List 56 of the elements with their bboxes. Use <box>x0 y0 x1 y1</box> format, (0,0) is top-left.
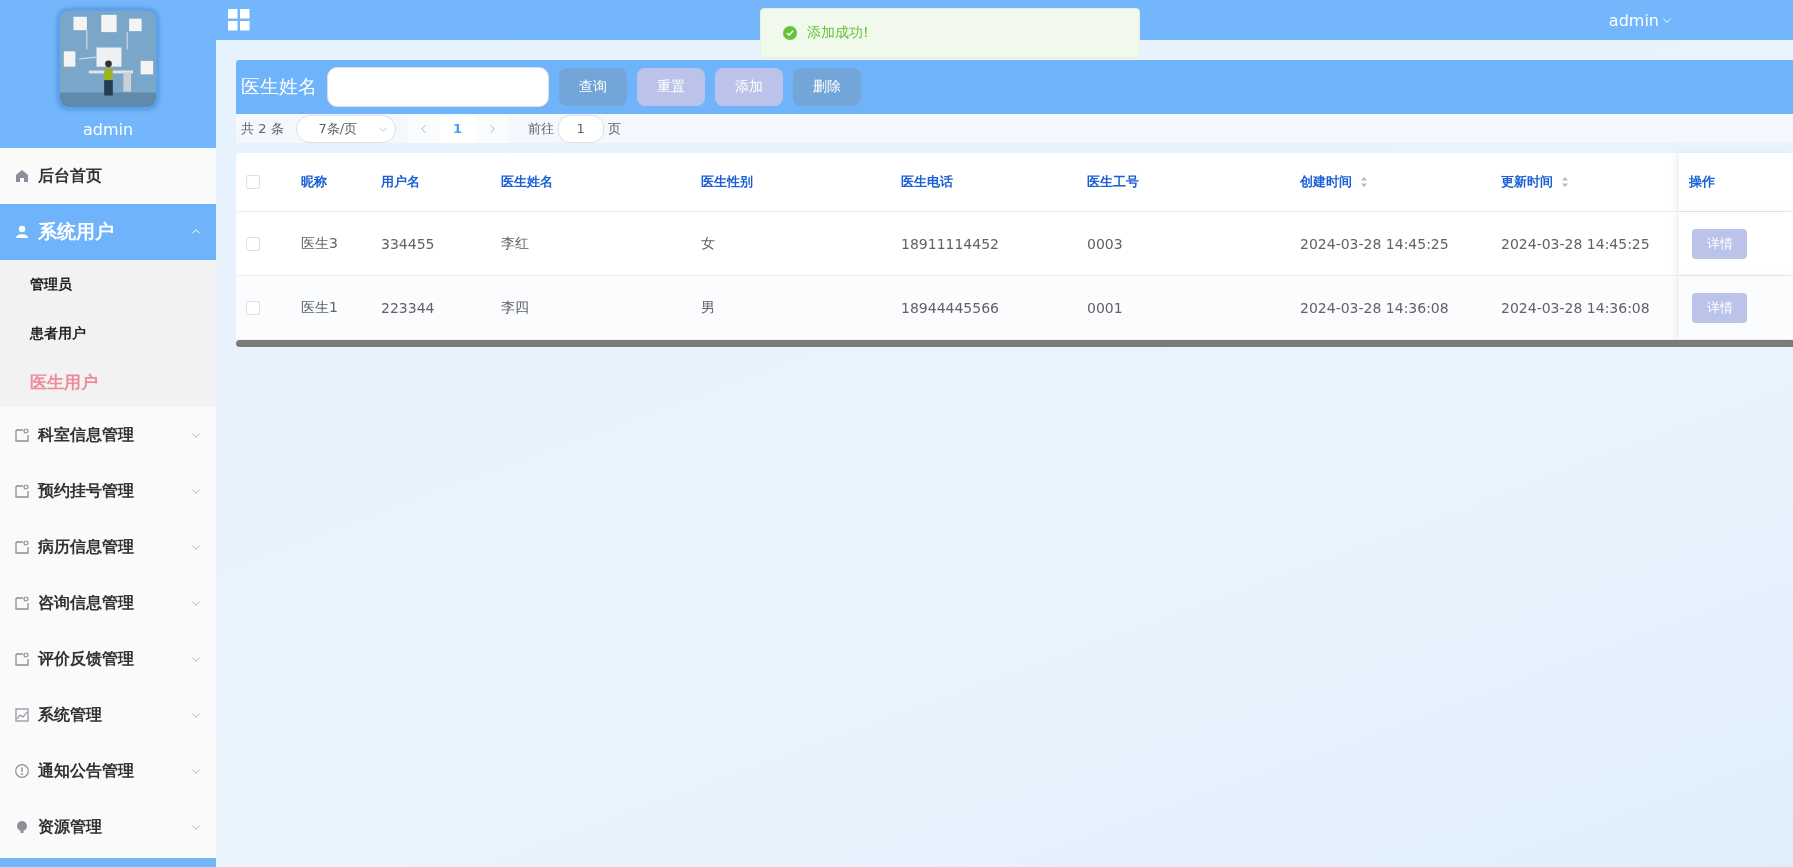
total-count: 共 2 条 <box>241 119 284 138</box>
checkbox[interactable] <box>246 175 260 189</box>
image-icon <box>14 707 30 723</box>
column-header: 昵称 <box>301 173 327 191</box>
success-toast: 添加成功! <box>760 8 1140 58</box>
column-header: 创建时间 <box>1300 173 1352 191</box>
document-icon <box>14 427 30 443</box>
user-icon <box>14 224 30 240</box>
column-header: 医生工号 <box>1087 173 1139 191</box>
table-cell: 医生3 <box>301 234 338 253</box>
column-header: 医生姓名 <box>501 173 553 191</box>
table-cell: 2024-03-28 14:36:08 <box>1501 299 1650 316</box>
table-cell: 2024-03-28 14:36:08 <box>1300 299 1449 316</box>
table-cell: 0003 <box>1087 235 1123 252</box>
table-cell: 334455 <box>381 235 435 252</box>
column-header: 操作 <box>1689 173 1715 191</box>
column-header: 医生性别 <box>701 173 753 191</box>
table-cell: 男 <box>701 298 715 317</box>
grid-icon[interactable] <box>228 9 250 31</box>
sort-icon <box>1559 176 1571 188</box>
page-size-select[interactable]: 7条/页 <box>295 114 396 143</box>
search-label: 医生姓名 <box>241 74 317 99</box>
scrollbar[interactable] <box>236 340 1793 347</box>
column-header: 更新时间 <box>1501 173 1553 191</box>
checkbox[interactable] <box>246 300 260 315</box>
table-cell: 医生1 <box>301 298 338 317</box>
prev-page-button[interactable] <box>407 114 440 143</box>
document-icon <box>14 595 30 611</box>
check-circle-icon <box>783 26 797 40</box>
document-icon <box>14 651 30 667</box>
info-icon <box>14 763 30 779</box>
next-page-button[interactable] <box>475 114 508 143</box>
search-field[interactable] <box>327 67 549 107</box>
home-icon <box>14 168 30 184</box>
table-cell: 18944445566 <box>901 299 999 316</box>
table-cell: 2024-03-28 14:45:25 <box>1300 235 1449 252</box>
table-cell: 18911114452 <box>901 235 999 252</box>
submenu-item[interactable]: 管理员 <box>0 260 216 309</box>
table-cell: 李四 <box>501 298 529 317</box>
table-cell: 223344 <box>381 299 435 316</box>
column-header: 医生电话 <box>901 173 953 191</box>
document-icon <box>14 539 30 555</box>
goto-label: 前往 <box>527 119 554 138</box>
table-cell: 0001 <box>1087 299 1123 316</box>
submenu-item[interactable]: 患者用户 <box>0 309 216 358</box>
bulb-icon <box>14 819 30 835</box>
goto-suffix: 页 <box>607 119 621 138</box>
table-cell: 女 <box>701 234 715 253</box>
sidebar-username: admin <box>82 120 134 139</box>
checkbox[interactable] <box>246 236 260 251</box>
sort-icon <box>1358 176 1370 188</box>
table-cell: 李红 <box>501 234 529 253</box>
column-header: 用户名 <box>381 173 420 191</box>
table-cell: 2024-03-28 14:45:25 <box>1501 235 1650 252</box>
document-icon <box>14 483 30 499</box>
goto-page-field[interactable]: 1 <box>557 114 604 143</box>
